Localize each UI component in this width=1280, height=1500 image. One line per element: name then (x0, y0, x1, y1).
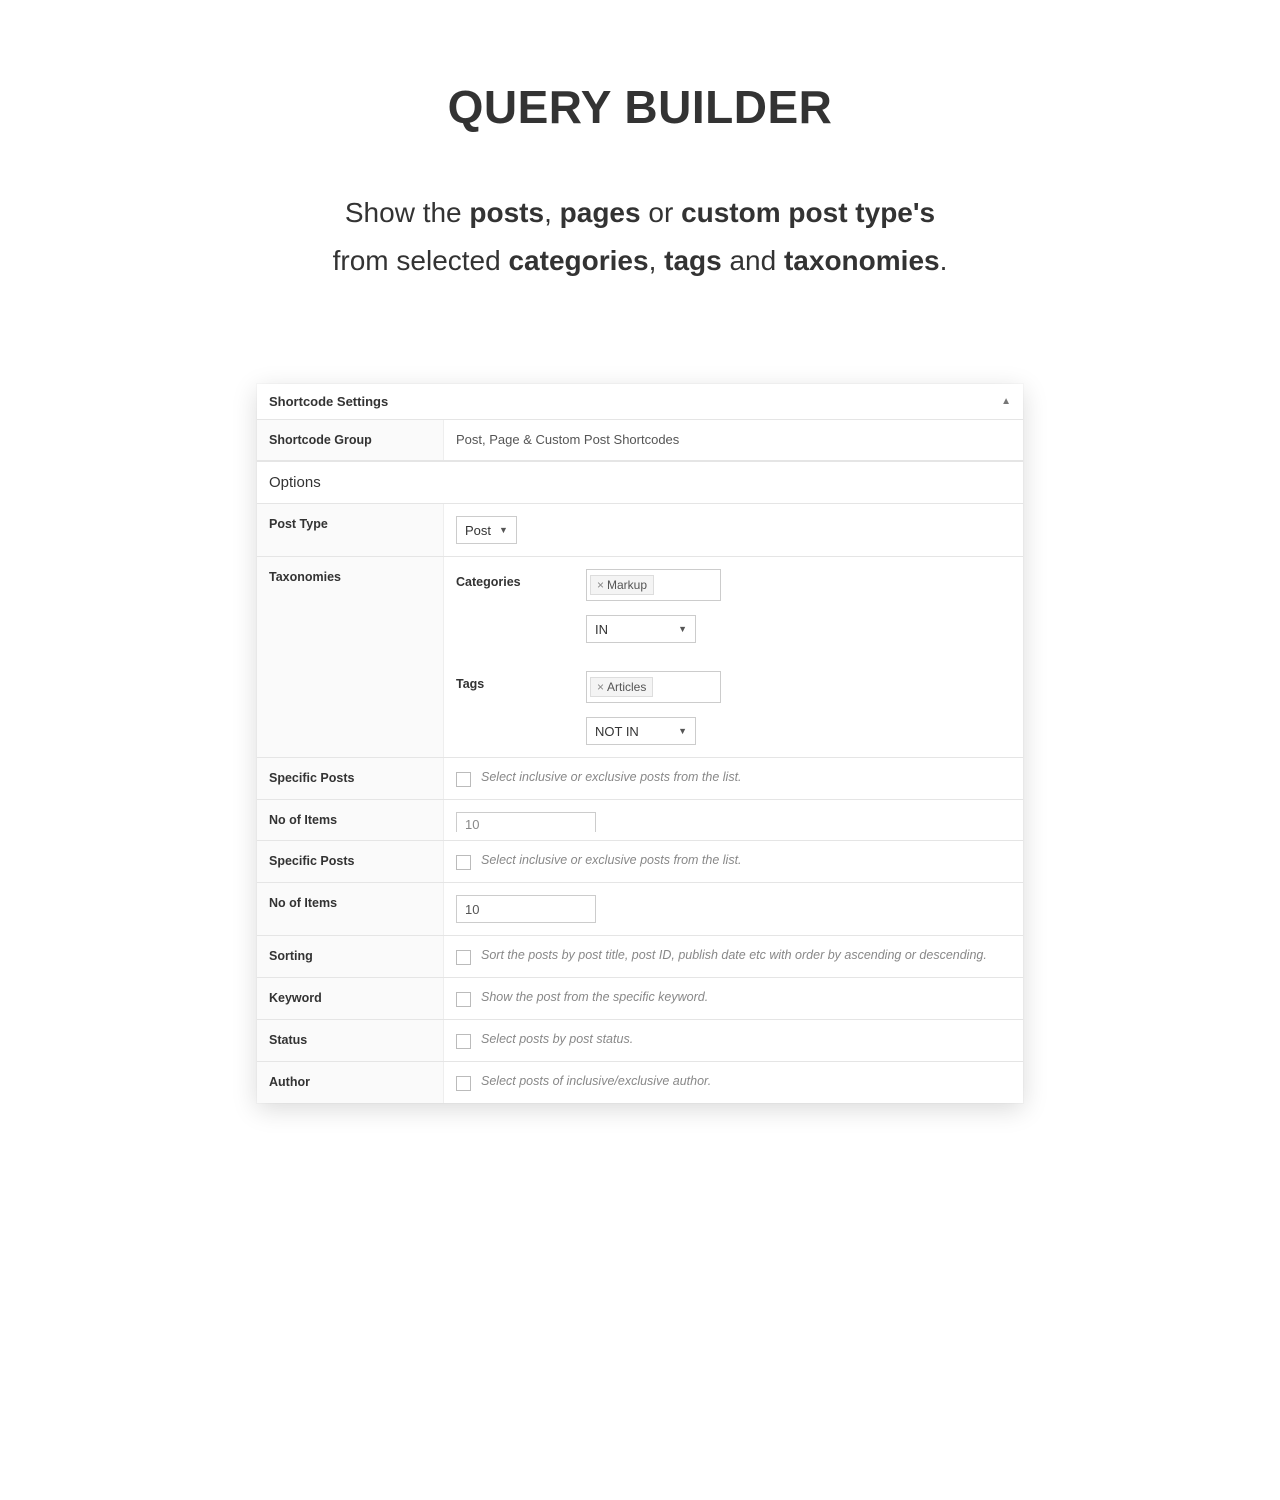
categories-operator-select[interactable]: IN▼ (586, 615, 696, 643)
tags-label: Tags (456, 671, 586, 745)
keyword-checkbox[interactable] (456, 992, 471, 1007)
category-tag[interactable]: × Markup (590, 575, 654, 595)
author-checkbox[interactable] (456, 1076, 471, 1091)
post-type-label: Post Type (257, 504, 444, 556)
categories-label: Categories (456, 569, 586, 643)
chevron-down-icon: ▼ (678, 624, 687, 634)
status-label: Status (257, 1020, 444, 1061)
collapse-icon[interactable]: ▲ (1001, 396, 1011, 407)
specific-posts-label: Specific Posts (257, 758, 444, 799)
sorting-checkbox[interactable] (456, 950, 471, 965)
panel-title: Shortcode Settings (269, 394, 388, 409)
settings-panel: Shortcode Settings ▲ Shortcode Group Pos… (257, 384, 1023, 1103)
keyword-desc: Show the post from the specific keyword. (481, 990, 708, 1004)
options-header: Options (257, 461, 1023, 504)
categories-input[interactable]: × Markup (586, 569, 721, 601)
remove-tag-icon[interactable]: × (597, 680, 604, 694)
panel-header[interactable]: Shortcode Settings ▲ (257, 384, 1023, 420)
sorting-label: Sorting (257, 936, 444, 977)
specific-posts-label: Specific Posts (257, 841, 444, 882)
chevron-down-icon: ▼ (678, 726, 687, 736)
taxonomies-label: Taxonomies (257, 557, 444, 757)
page-subtitle: Show the posts, pages or custom post typ… (0, 189, 1280, 284)
specific-posts-desc: Select inclusive or exclusive posts from… (481, 770, 742, 784)
no-items-input[interactable]: 10 (456, 895, 596, 923)
page-title: QUERY BUILDER (0, 80, 1280, 134)
status-desc: Select posts by post status. (481, 1032, 633, 1046)
shortcode-group-label: Shortcode Group (257, 420, 444, 460)
sorting-desc: Sort the posts by post title, post ID, p… (481, 948, 987, 962)
specific-posts-checkbox[interactable] (456, 772, 471, 787)
chevron-down-icon: ▼ (499, 525, 508, 535)
author-desc: Select posts of inclusive/exclusive auth… (481, 1074, 711, 1088)
shortcode-group-value: Post, Page & Custom Post Shortcodes (444, 420, 1023, 460)
specific-posts-checkbox[interactable] (456, 855, 471, 870)
tags-input[interactable]: × Articles (586, 671, 721, 703)
tags-operator-select[interactable]: NOT IN▼ (586, 717, 696, 745)
post-type-select[interactable]: Post▼ (456, 516, 517, 544)
specific-posts-desc: Select inclusive or exclusive posts from… (481, 853, 742, 867)
tag-tag[interactable]: × Articles (590, 677, 653, 697)
no-items-label: No of Items (257, 883, 444, 935)
remove-tag-icon[interactable]: × (597, 578, 604, 592)
author-label: Author (257, 1062, 444, 1103)
keyword-label: Keyword (257, 978, 444, 1019)
no-items-label: No of Items (257, 800, 444, 840)
status-checkbox[interactable] (456, 1034, 471, 1049)
no-items-input[interactable]: 10 (456, 812, 596, 832)
